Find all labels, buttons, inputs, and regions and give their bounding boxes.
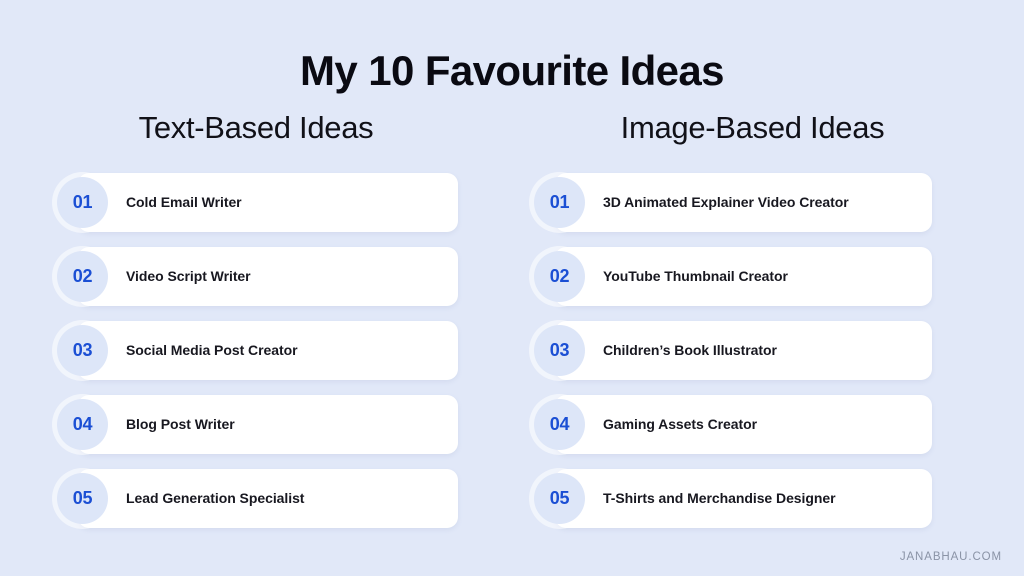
list-item[interactable]: 05 T-Shirts and Merchandise Designer — [534, 468, 980, 528]
list-item[interactable]: 02 YouTube Thumbnail Creator — [534, 246, 980, 306]
idea-label: T-Shirts and Merchandise Designer — [603, 490, 836, 507]
idea-label: Children’s Book Illustrator — [603, 342, 777, 359]
idea-number: 04 — [549, 413, 570, 434]
column-image-based: Image-Based Ideas 01 3D Animated Explain… — [490, 110, 980, 528]
idea-number-badge: 02 — [534, 250, 585, 302]
idea-number-badge: 05 — [57, 472, 108, 524]
idea-label: Social Media Post Creator — [126, 342, 298, 359]
list-item[interactable]: 03 Children’s Book Illustrator — [534, 320, 980, 380]
list-item[interactable]: 01 3D Animated Explainer Video Creator — [534, 172, 980, 232]
watermark: JANABHAU.COM — [899, 551, 1002, 563]
idea-label: Cold Email Writer — [126, 194, 242, 211]
list-item[interactable]: 05 Lead Generation Specialist — [57, 468, 490, 528]
list-item[interactable]: 01 Cold Email Writer — [57, 172, 490, 232]
idea-columns: Text-Based Ideas 01 Cold Email Writer 02… — [0, 110, 1024, 528]
idea-number: 01 — [72, 191, 93, 212]
idea-number-badge: 01 — [534, 176, 585, 228]
idea-number: 05 — [549, 487, 570, 508]
idea-list-image-based: 01 3D Animated Explainer Video Creator 0… — [534, 172, 980, 528]
idea-number-badge: 03 — [57, 324, 108, 376]
idea-number-badge: 03 — [534, 324, 585, 376]
slide-canvas: My 10 Favourite Ideas Text-Based Ideas 0… — [0, 0, 1024, 576]
idea-label: Video Script Writer — [126, 268, 251, 285]
list-item[interactable]: 02 Video Script Writer — [57, 246, 490, 306]
idea-number-badge: 01 — [57, 176, 108, 228]
idea-number-badge: 02 — [57, 250, 108, 302]
idea-number-badge: 04 — [534, 398, 585, 450]
idea-number: 04 — [72, 413, 93, 434]
page-title: My 10 Favourite Ideas — [300, 47, 725, 95]
idea-label: YouTube Thumbnail Creator — [603, 268, 788, 285]
idea-label: Gaming Assets Creator — [603, 416, 758, 433]
idea-number: 03 — [72, 339, 93, 360]
list-item[interactable]: 04 Blog Post Writer — [57, 394, 490, 454]
idea-number-badge: 05 — [534, 472, 585, 524]
idea-label: 3D Animated Explainer Video Creator — [603, 194, 849, 211]
idea-number: 03 — [549, 339, 570, 360]
idea-list-text-based: 01 Cold Email Writer 02 Video Script Wri… — [57, 172, 490, 528]
column-heading-text-based: Text-Based Ideas — [138, 110, 374, 145]
idea-label: Lead Generation Specialist — [126, 490, 305, 507]
idea-number: 05 — [72, 487, 93, 508]
list-item[interactable]: 03 Social Media Post Creator — [57, 320, 490, 380]
idea-label: Blog Post Writer — [126, 416, 235, 433]
column-heading-image-based: Image-Based Ideas — [620, 110, 885, 145]
column-text-based: Text-Based Ideas 01 Cold Email Writer 02… — [0, 110, 490, 528]
idea-number-badge: 04 — [57, 398, 108, 450]
idea-number: 02 — [72, 265, 93, 286]
idea-number: 01 — [549, 191, 570, 212]
list-item[interactable]: 04 Gaming Assets Creator — [534, 394, 980, 454]
idea-number: 02 — [549, 265, 570, 286]
